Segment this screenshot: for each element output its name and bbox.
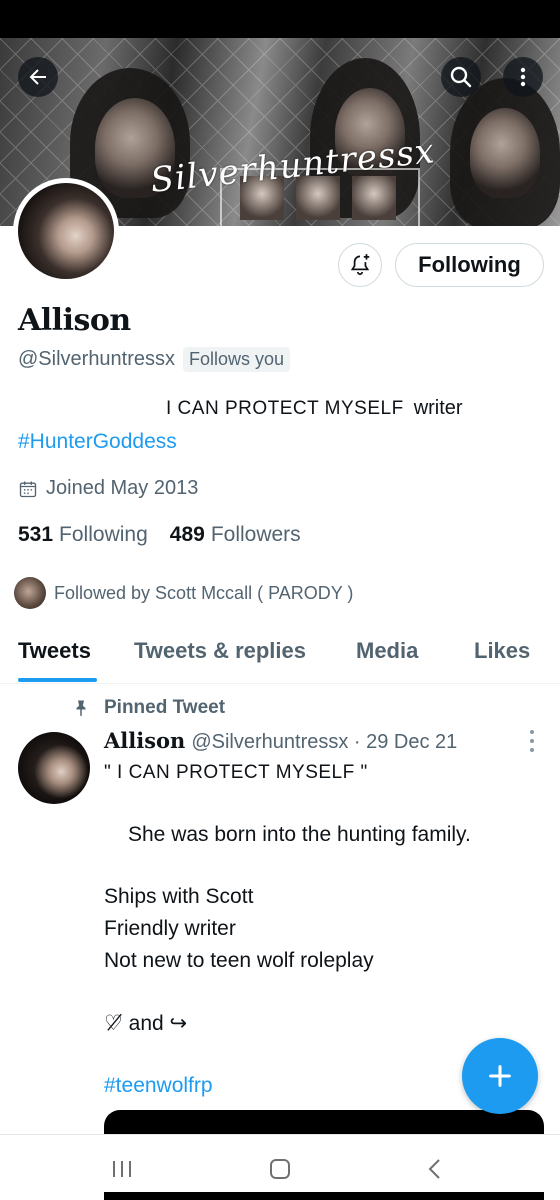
tweet-line: " I CAN PROTECT MYSELF " [104,762,368,783]
follows-you-badge: Follows you [183,347,291,372]
recent-apps-icon [113,1161,131,1177]
tweet-avatar[interactable] [18,732,90,804]
follower-avatar [14,577,46,609]
dot-icon [530,739,534,743]
tweet-author-name[interactable]: Allison [104,728,185,753]
search-button[interactable] [441,57,481,97]
joined-text: Joined May 2013 [46,477,199,499]
followers-count: 489 [169,523,205,546]
bell-plus-icon [350,254,370,276]
tweet-line: Not new to teen wolf roleplay [104,949,374,972]
handle-row: @Silverhuntressx Follows you [18,347,291,372]
joined-date: Joined May 2013 [18,477,198,500]
banner-face [470,108,540,198]
pin-icon [76,700,86,717]
followed-by-text: Followed by Scott Mccall ( PARODY ) [54,582,354,603]
profile-avatar[interactable] [13,178,119,284]
more-button[interactable] [503,57,543,97]
tweet-header: Allison @Silverhuntressx · 29 Dec 21 [104,728,457,754]
bio-rest: writer [413,397,463,419]
following-button[interactable]: Following [395,243,544,287]
pinned-label: Pinned Tweet [104,697,226,718]
following-stat-link[interactable]: 531 Following [18,523,148,547]
tab-likes[interactable]: Likes [474,638,530,664]
tweet-line: Friendly writer [104,917,236,940]
system-nav-bar [0,1134,560,1200]
profile-handle: @Silverhuntressx [18,348,176,370]
tweet-hashtag-link[interactable]: #teenwolfrp [104,1074,213,1098]
active-tab-indicator [18,678,97,682]
bio-hashtag-link[interactable]: #HunterGoddess [18,430,177,454]
home-button[interactable] [265,1155,295,1183]
tweet-line: She was born into the hunting family. [128,823,471,846]
followers-stat-link[interactable]: 489 Followers [170,523,301,547]
dot-icon [530,748,534,752]
tweet-line: ♡̸ and ↪ [104,1012,188,1035]
tab-media[interactable]: Media [356,638,418,664]
tweet-more-button[interactable] [526,730,538,752]
more-vertical-icon [520,67,526,87]
profile-bio: I CAN PROTECT MYSELF writer [166,397,463,420]
tab-tweets[interactable]: Tweets [18,638,91,664]
home-icon [270,1159,290,1179]
follow-stats: 531 Following 489 Followers [18,523,323,547]
banner-thumb [352,176,396,220]
profile-tabs: Tweets Tweets & replies Media Likes [0,630,560,684]
tab-tweets-replies[interactable]: Tweets & replies [134,638,306,664]
back-nav-button[interactable] [420,1155,450,1183]
tweet-line: Ships with Scott [104,885,254,908]
arrow-left-icon [29,69,46,85]
back-button[interactable] [18,57,58,97]
status-bar [0,0,560,38]
followers-label: Followers [210,523,301,546]
avatar-image [18,183,114,279]
search-icon [450,66,472,88]
following-label: Following [59,523,148,546]
bottom-edge [104,1192,544,1200]
pinned-label-row: Pinned Tweet [72,697,225,719]
following-count: 531 [18,523,54,546]
chevron-left-icon [428,1159,440,1179]
recent-apps-button[interactable] [107,1155,137,1183]
tweet-handle-date: @Silverhuntressx · 29 Dec 21 [191,731,458,753]
calendar-icon [19,481,37,497]
compose-tweet-button[interactable] [462,1038,538,1114]
bio-caps: I CAN PROTECT MYSELF [166,398,404,419]
notifications-button[interactable] [338,243,382,287]
followed-by-row[interactable]: Followed by Scott Mccall ( PARODY ) [14,577,353,609]
profile-name: Allison [18,303,131,338]
dot-icon [530,730,534,734]
plus-icon [489,1065,511,1087]
